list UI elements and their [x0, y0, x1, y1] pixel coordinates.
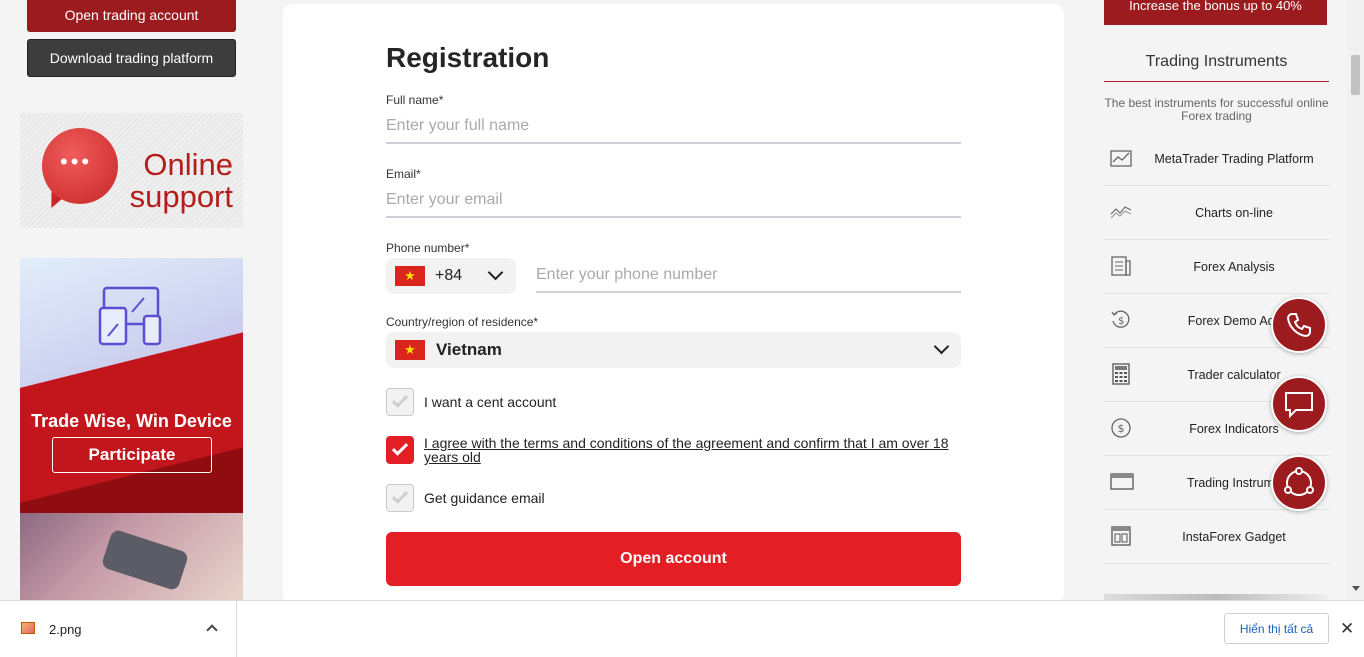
phone-code-select[interactable]: +84	[386, 258, 516, 294]
cent-account-checkbox[interactable]	[386, 388, 414, 416]
trading-instruments-title: Trading Instruments	[1104, 53, 1329, 82]
instrument-label: Charts on-line	[1195, 205, 1273, 220]
phone-label: Phone number*	[386, 241, 470, 255]
vietnam-flag-icon	[395, 340, 425, 360]
registration-form: Registration Full name* Email* Phone num…	[283, 4, 1064, 604]
support-line1: Online	[143, 147, 233, 182]
chat-dots-icon: •••	[60, 149, 93, 174]
chevron-up-icon[interactable]	[206, 624, 218, 636]
instrument-item-analysis[interactable]: Forex Analysis	[1104, 240, 1329, 294]
email-label: Email*	[386, 167, 421, 181]
vertical-scrollbar[interactable]	[1347, 0, 1364, 600]
country-select[interactable]: Vietnam	[386, 332, 961, 368]
page-title: Registration	[386, 42, 550, 73]
check-icon	[391, 439, 409, 456]
line-chart-icon	[1110, 201, 1132, 223]
scroll-down-arrow-icon[interactable]	[1352, 586, 1360, 591]
share-button[interactable]	[1271, 455, 1327, 511]
download-file-name: 2.png	[49, 622, 82, 637]
share-icon	[1284, 467, 1314, 496]
full-name-label: Full name*	[386, 93, 444, 107]
download-item[interactable]: 2.png	[0, 601, 237, 657]
instrument-label: InstaForex Gadget	[1182, 529, 1286, 544]
guidance-email-checkbox[interactable]	[386, 484, 414, 512]
chevron-down-icon	[933, 338, 950, 355]
cent-account-label: I want a cent account	[424, 394, 557, 410]
svg-text:$: $	[1118, 316, 1124, 327]
check-icon	[391, 391, 409, 408]
participate-button[interactable]: Participate	[52, 437, 212, 473]
chat-icon	[1285, 392, 1313, 419]
download-bar: 2.png Hiển thị tất cả ✕	[0, 600, 1364, 657]
instrument-item-charts[interactable]: Charts on-line	[1104, 186, 1329, 240]
call-button[interactable]	[1271, 297, 1327, 353]
full-name-input[interactable]	[386, 110, 961, 144]
chart-icon	[1110, 147, 1132, 169]
online-support-banner[interactable]: ••• Online support	[20, 113, 243, 228]
devices-icon	[98, 286, 162, 346]
download-platform-button[interactable]: Download trading platform	[27, 39, 236, 77]
instrument-label: Forex Analysis	[1193, 259, 1275, 274]
dollar-circle-icon: $	[1110, 417, 1132, 439]
show-all-button[interactable]: Hiển thị tất cả	[1224, 613, 1329, 644]
left-sidebar: Open trading account Download trading pl…	[0, 0, 262, 600]
instrument-label: MetaTrader Trading Platform	[1154, 151, 1314, 166]
calculator-icon	[1110, 363, 1132, 385]
support-line2: support	[129, 179, 233, 214]
phone-code-value: +84	[435, 267, 463, 284]
promo-banner[interactable]: Trade Wise, Win Device Participate	[20, 258, 243, 600]
scrollbar-thumb[interactable]	[1351, 55, 1360, 95]
instrument-item-gadget[interactable]: InstaForex Gadget	[1104, 510, 1329, 564]
bonus-banner[interactable]: Increase the bonus up to 40%	[1104, 0, 1327, 25]
check-icon	[391, 487, 409, 504]
terms-link[interactable]: I agree with the terms and conditions of…	[424, 436, 964, 464]
image-file-icon	[21, 622, 35, 634]
promo-title: Trade Wise, Win Device	[31, 411, 232, 431]
country-value: Vietnam	[436, 340, 502, 359]
newspaper-icon	[1110, 255, 1132, 277]
agree-terms-checkbox[interactable]	[386, 436, 414, 464]
instrument-item-metatrader[interactable]: MetaTrader Trading Platform	[1104, 132, 1329, 186]
online-support-text: Online support	[130, 149, 233, 213]
dollar-history-icon: $	[1110, 309, 1132, 331]
guidance-email-label: Get guidance email	[424, 490, 545, 506]
email-input[interactable]	[386, 184, 961, 218]
trading-instruments-subtitle: The best instruments for successful onli…	[1104, 96, 1329, 123]
phone-input[interactable]	[536, 259, 961, 293]
open-trading-account-button[interactable]: Open trading account	[27, 0, 236, 32]
gadget-icon	[1110, 525, 1132, 547]
vietnam-flag-icon	[395, 266, 425, 286]
chevron-down-icon	[487, 264, 504, 281]
svg-text:$: $	[1118, 422, 1125, 435]
chat-button[interactable]	[1271, 376, 1327, 432]
country-label: Country/region of residence*	[386, 315, 539, 329]
phone-icon	[1286, 313, 1311, 338]
open-account-button[interactable]: Open account	[386, 532, 961, 586]
window-icon	[1110, 471, 1134, 493]
close-icon[interactable]: ✕	[1340, 619, 1354, 639]
